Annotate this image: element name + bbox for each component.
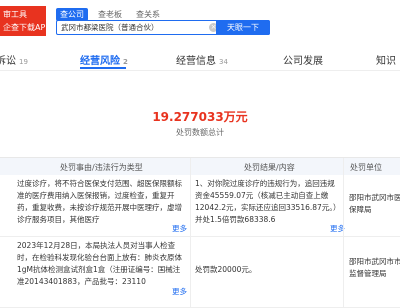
reason-cell: 过度诊疗，将不符合医保支付范围、超医保限额标准的医疗费用纳入医保报销，过度检查，…	[17, 178, 187, 238]
nav-count: 34	[219, 58, 228, 66]
penalty-amount: 19.277033万元	[152, 110, 248, 124]
nav-label: 知识	[376, 56, 396, 67]
section-nav: 诉讼 19 经营风险 2 经营信息 34 公司发展 知识	[0, 48, 400, 71]
nav-label: 经营信息	[176, 56, 216, 67]
active-tab-indicator	[80, 67, 126, 69]
logo-line-2: 企查下载APP	[3, 23, 51, 32]
nav-item-business-risk[interactable]: 经营风险 2	[80, 52, 128, 67]
top-bar: 审工具 企查下载APP 查公司 查老板 查关系 × 天眼一下	[0, 0, 400, 38]
nav-count: 19	[19, 58, 28, 66]
header-result: 处罚结果/内容	[244, 163, 295, 172]
search-button[interactable]: 天眼一下	[216, 20, 270, 35]
column-divider	[190, 158, 191, 307]
nav-item-ip[interactable]: 知识	[376, 52, 396, 67]
penalty-amount-label: 处罚数额总计	[176, 128, 224, 137]
header-unit: 处罚单位	[350, 163, 382, 172]
nav-label: 公司发展	[283, 56, 323, 67]
table-row: 过度诊疗，将不符合医保支付范围、超医保限额标准的医疗费用纳入医保报销，过度检查，…	[0, 175, 400, 237]
reason-cell: 2023年12月28日，本局执法人员对当事人检查时，在检验科发现化验台台面上放有…	[17, 240, 187, 300]
penalty-table: 处罚事由/违法行为类型 处罚结果/内容 处罚单位 过度诊疗，将不符合医保支付范围…	[0, 157, 400, 308]
result-cell: 1、对你院过度诊疗的违规行为，追回违规资金45559.07元（核减已主动自查上缴…	[195, 178, 342, 238]
reason-more-link[interactable]: 更多	[172, 223, 187, 235]
nav-label: 经营风险	[80, 56, 120, 67]
unit-cell: 邵阳市武冈市医疗保障局	[349, 193, 400, 214]
header-reason: 处罚事由/违法行为类型	[60, 163, 143, 172]
table-header: 处罚事由/违法行为类型 处罚结果/内容 处罚单位	[0, 158, 400, 175]
nav-label: 诉讼	[0, 56, 16, 67]
nav-item-development[interactable]: 公司发展	[283, 52, 323, 67]
reason-text: 过度诊疗，将不符合医保支付范围、超医保限额标准的医疗费用纳入医保报销，过度检查，…	[17, 179, 182, 224]
reason-more-link[interactable]: 更多	[172, 286, 187, 298]
column-divider	[343, 158, 344, 307]
table-row: 2023年12月28日，本局执法人员对当事人检查时，在检验科发现化验台台面上放有…	[0, 237, 400, 308]
nav-item-business-info[interactable]: 经营信息 34	[176, 52, 228, 67]
nav-count: 2	[123, 58, 128, 66]
result-cell: 处罚款20000元。	[195, 265, 257, 274]
app-logo[interactable]: 审工具 企查下载APP	[0, 6, 51, 36]
nav-item-litigation[interactable]: 诉讼 19	[0, 52, 28, 67]
result-text: 1、对你院过度诊疗的违规行为，追回违规资金45559.07元（核减已主动自查上缴…	[195, 179, 341, 224]
unit-cell: 邵阳市武冈市市场监督管理局	[349, 257, 400, 278]
logo-line-1: 审工具	[3, 10, 27, 19]
search-input[interactable]	[57, 21, 211, 34]
reason-text: 2023年12月28日，本局执法人员对当事人检查时，在检验科发现化验台台面上放有…	[17, 241, 182, 286]
